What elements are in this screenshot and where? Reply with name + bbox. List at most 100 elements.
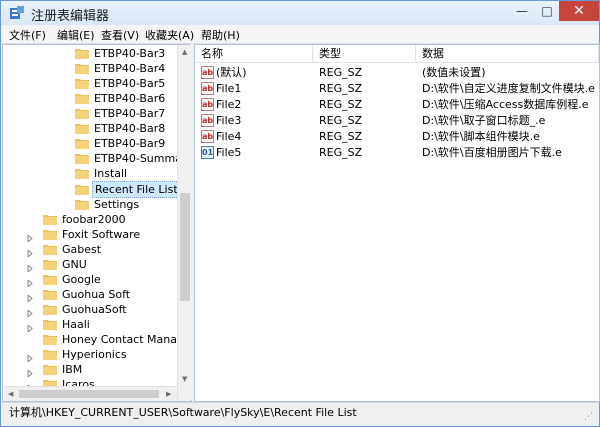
value-type: REG_SZ [319,82,363,95]
value-name: File4 [216,130,242,143]
tree-node-label: ETBP40-Bar5 [94,77,166,90]
tree-horizontal-scrollbar[interactable]: ◀ ▶ [4,386,177,401]
value-type: REG_SZ [319,130,363,143]
tree-node-label: ETBP40-Bar8 [94,122,166,135]
expand-arrow-icon[interactable] [27,321,34,334]
folder-icon [75,137,89,149]
value-name: (默认) [216,66,247,79]
menu-bar: 文件(F) 编辑(E) 查看(V) 收藏夹(A) 帮助(H) [2,25,598,44]
folder-icon [75,198,89,210]
tree-node-label: ETBP40-Bar3 [94,47,166,60]
binary-value-icon: 01 [201,146,214,159]
folder-icon [43,333,57,345]
regedit-window: 注册表编辑器 — □ ✕ 文件(F) 编辑(E) 查看(V) 收藏夹(A) 帮助… [0,0,600,427]
value-name: File5 [216,146,242,159]
expand-arrow-icon[interactable] [27,351,34,364]
value-list-pane[interactable]: 名称 类型 数据 ab (默认) REG_SZ (数值未设置) ab File1 REG_S… [194,44,600,402]
tree-node-label: Recent File List [92,181,181,198]
folder-icon [43,213,57,225]
value-row[interactable]: ab File4 REG_SZ D:\软件\脚本组件模块.e [195,129,599,145]
value-data: (数值未设置) [422,66,486,79]
folder-icon [43,288,57,300]
value-type: REG_SZ [319,146,363,159]
folder-icon [75,107,89,119]
value-type: REG_SZ [319,114,363,127]
expand-arrow-icon[interactable] [27,306,34,319]
resize-grip-icon[interactable]: ⋰ [584,412,593,422]
tree-node-label: ETBP40-Bar6 [94,92,166,105]
window-title: 注册表编辑器 [31,9,110,24]
expand-arrow-icon[interactable] [27,291,34,304]
tree-node-label: Guohua Soft [62,288,131,301]
string-value-icon: ab [201,130,214,143]
value-row[interactable]: 01 File5 REG_SZ D:\软件\百度相册图片下载.e [195,145,599,161]
menu-view[interactable]: 查看(V) [101,27,139,43]
folder-icon [43,258,57,270]
tree-node-label: IBM [62,363,83,376]
value-data: D:\软件\压缩Access数据库例程.e [422,98,589,111]
expand-arrow-icon[interactable] [27,276,34,289]
expand-arrow-icon[interactable] [27,231,34,244]
string-value-icon: ab [201,98,214,111]
folder-icon [43,318,57,330]
tree-node-label: Install [94,167,128,180]
menu-file[interactable]: 文件(F) [9,27,46,43]
scroll-right-icon[interactable]: ▶ [166,390,171,398]
menu-help[interactable]: 帮助(H) [201,27,240,43]
maximize-button[interactable]: □ [535,1,559,21]
expand-arrow-icon[interactable] [27,261,34,274]
folder-icon [43,303,57,315]
tree-node-label: Google [62,273,101,286]
folder-icon [75,47,89,59]
tree-node-label: Honey Contact Manager [62,333,192,346]
expand-arrow-icon[interactable] [27,246,34,259]
value-row[interactable]: ab File3 REG_SZ D:\软件\取子窗口标题_.e [195,113,599,129]
key-tree-pane[interactable]: ETBP40-Bar3 ETBP40-Bar4 ETBP40-Bar5 ETBP40-… [2,44,192,402]
title-bar[interactable]: 注册表编辑器 — □ ✕ [1,1,599,25]
tree-node-label: Hyperionics [62,348,127,361]
value-row[interactable]: ab File1 REG_SZ D:\软件\自定义进度复制文件模块.e [195,81,599,97]
column-header-data[interactable]: 数据 [416,45,599,63]
value-row[interactable]: ab File2 REG_SZ D:\软件\压缩Access数据库例程.e [195,97,599,113]
status-bar: 计算机\HKEY_CURRENT_USER\Software\FlySky\E\… [2,402,598,424]
folder-icon [43,243,57,255]
folder-icon [75,62,89,74]
minimize-button[interactable]: — [509,1,535,21]
column-header-name[interactable]: 名称 [195,45,313,63]
value-data: D:\软件\百度相册图片下载.e [422,146,562,159]
scroll-up-icon[interactable]: ▲ [182,48,187,56]
value-name: File2 [216,98,242,111]
tree-node-label: ETBP40-Bar4 [94,62,166,75]
scroll-thumb[interactable] [19,390,159,398]
tree-node-label: ETBP40-Bar7 [94,107,166,120]
close-button[interactable]: ✕ [559,1,599,21]
status-path: 计算机\HKEY_CURRENT_USER\Software\FlySky\E\… [9,406,357,419]
tree-node-label: GuohuaSoft [62,303,127,316]
scroll-down-icon[interactable]: ▼ [182,375,187,383]
value-name: File1 [216,82,242,95]
folder-icon [43,348,57,360]
value-row[interactable]: ab (默认) REG_SZ (数值未设置) [195,65,599,81]
folder-icon [75,183,89,195]
scroll-left-icon[interactable]: ◀ [8,390,13,398]
folder-icon [43,273,57,285]
value-data: D:\软件\自定义进度复制文件模块.e [422,82,595,95]
tree-node-label: foobar2000 [62,213,126,226]
menu-edit[interactable]: 编辑(E) [57,27,95,43]
scroll-thumb[interactable] [180,193,190,301]
folder-icon [75,77,89,89]
tree-node-label: ETBP40-Bar9 [94,137,166,150]
folder-icon [43,363,57,375]
value-name: File3 [216,114,242,127]
value-data: D:\软件\取子窗口标题_.e [422,114,546,127]
string-value-icon: ab [201,82,214,95]
string-value-icon: ab [201,66,214,79]
value-data: D:\软件\脚本组件模块.e [422,130,540,143]
folder-icon [75,152,89,164]
tree-node-label: Foxit Software [62,228,141,241]
folder-icon [75,167,89,179]
menu-favorites[interactable]: 收藏夹(A) [145,27,194,43]
expand-arrow-icon[interactable] [27,366,34,379]
column-header-type[interactable]: 类型 [313,45,416,63]
folder-icon [75,92,89,104]
